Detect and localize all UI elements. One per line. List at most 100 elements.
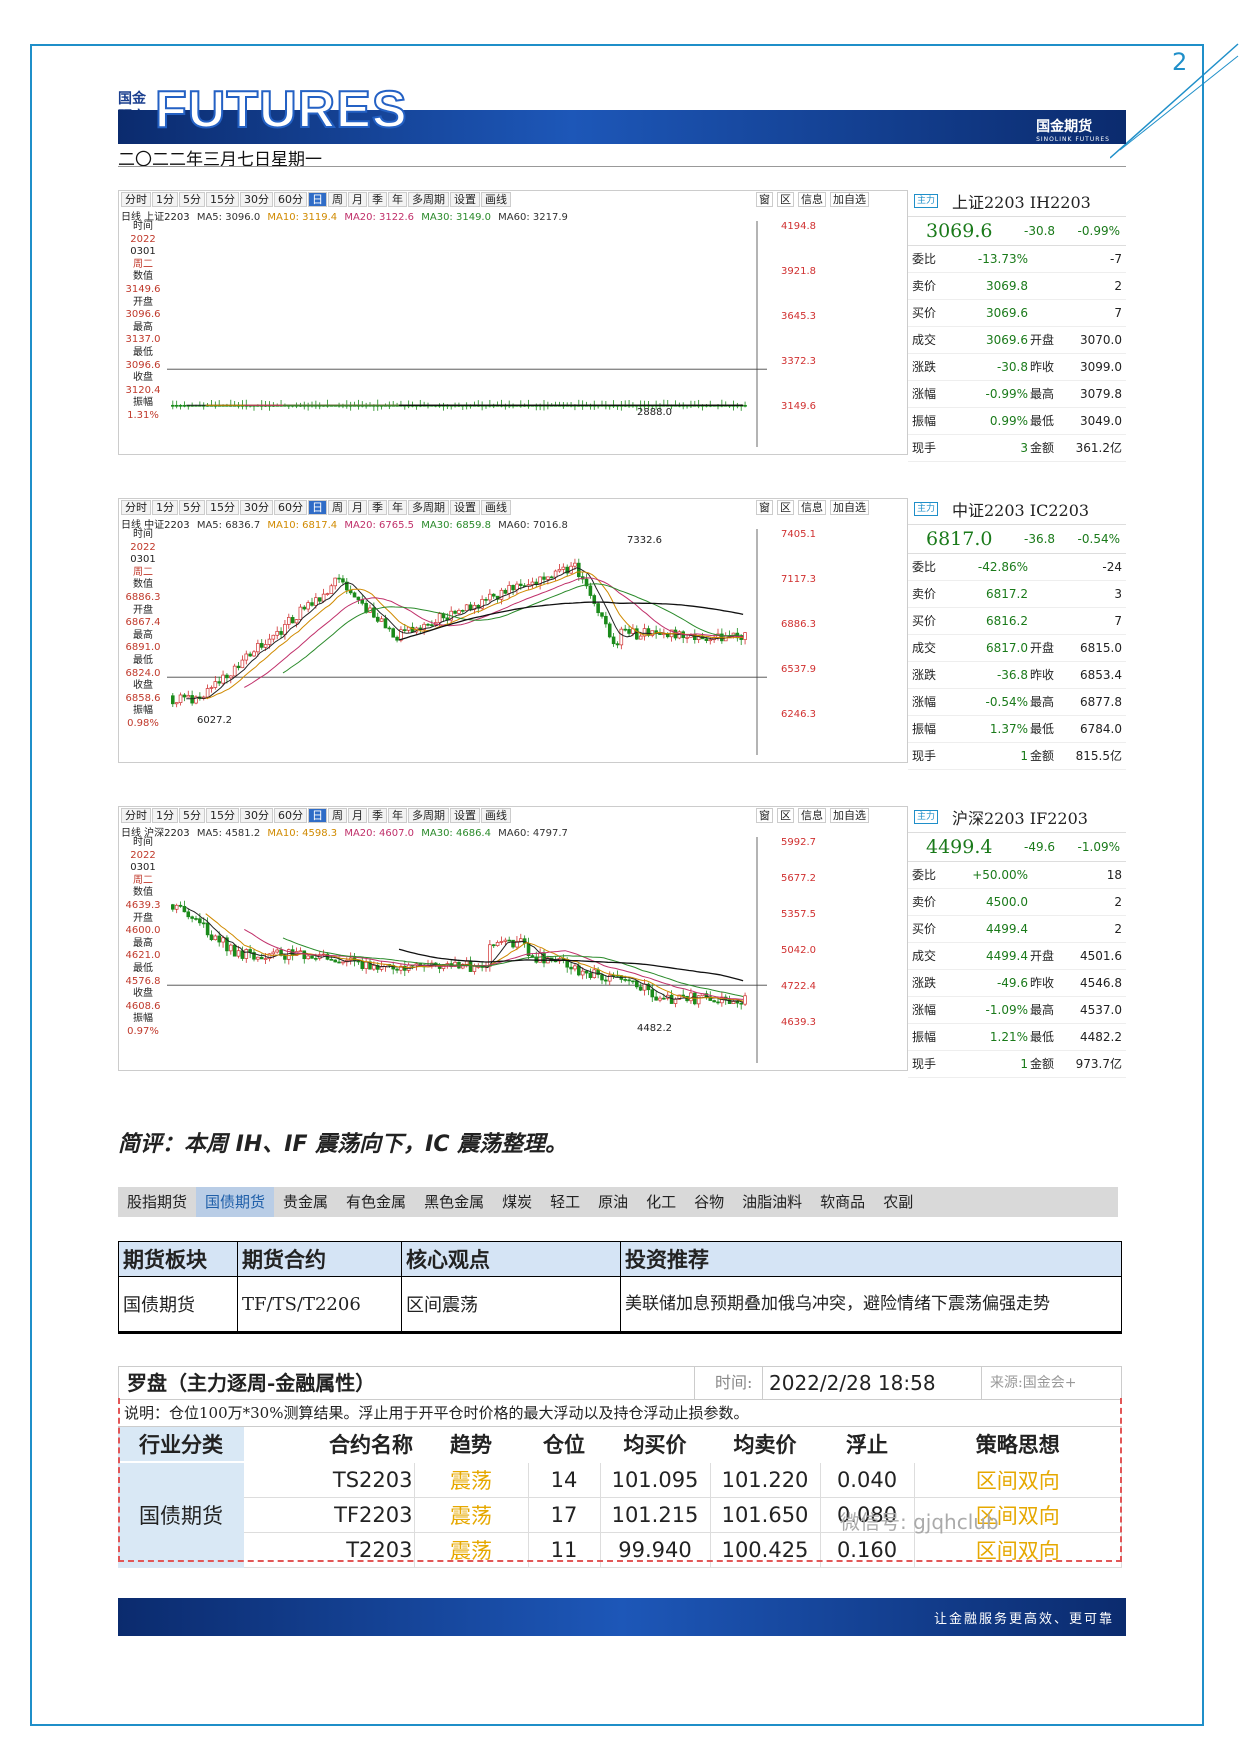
toolbar-button[interactable]: 季 <box>368 808 387 823</box>
tab-0[interactable]: 股指期货 <box>118 1187 196 1217</box>
toolbar-button[interactable]: 多周期 <box>408 808 449 823</box>
candle-body <box>596 969 600 975</box>
tab-2[interactable]: 贵金属 <box>274 1187 337 1217</box>
toolbar-button[interactable]: 画线 <box>481 808 511 823</box>
y-tick-label: 6246.3 <box>781 709 816 720</box>
toolbar-button[interactable]: 5分 <box>179 192 205 207</box>
toolbar-button[interactable]: 15分 <box>206 192 239 207</box>
toolbar-button[interactable]: 周 <box>328 808 347 823</box>
quote-value: 1 <box>1020 749 1028 763</box>
stop-cell: 0.160 <box>820 1532 915 1568</box>
col-sector: 行业分类 <box>118 1427 244 1463</box>
toolbar-button[interactable]: 月 <box>348 808 367 823</box>
candle-body <box>271 634 276 640</box>
tab-11[interactable]: 软商品 <box>811 1187 874 1217</box>
toolbar-button[interactable]: 月 <box>348 192 367 207</box>
kline-chart[interactable]: 分时 1分 5分 15分 30分 60分日周月季年多周期 设置 画线 窗区信息 加自选 日线 上… <box>118 190 908 455</box>
toolbar-button[interactable]: 年 <box>388 192 407 207</box>
tab-7[interactable]: 原油 <box>589 1187 637 1217</box>
candle-body <box>229 675 233 679</box>
toolbar-button[interactable]: 多周期 <box>408 500 449 515</box>
candle-body <box>538 953 542 963</box>
candle-body <box>569 966 573 970</box>
toolbar-button[interactable]: 15分 <box>206 808 239 823</box>
toolbar-button[interactable]: 分时 <box>121 808 151 823</box>
kline-chart[interactable]: 分时 1分 5分 15分 30分 60分日周月季年多周期 设置 画线 窗区信息 加自选 日线 沪… <box>118 806 908 1071</box>
toolbar-button[interactable]: 画线 <box>481 192 511 207</box>
toolbar-button[interactable]: 月 <box>348 500 367 515</box>
toolbar-button[interactable]: 1分 <box>152 192 178 207</box>
tab-10[interactable]: 油脂油料 <box>733 1187 811 1217</box>
toolbar-button[interactable]: 季 <box>368 500 387 515</box>
toolbar-button[interactable]: 画线 <box>481 500 511 515</box>
cell-recommend: 美联储加息预期叠加俄乌冲突，避险情绪下震荡偏强走势 <box>620 1276 1122 1334</box>
toolbar-button[interactable]: 年 <box>388 808 407 823</box>
tab-4[interactable]: 黑色金属 <box>415 1187 493 1217</box>
toolbar-right-button[interactable]: 区 <box>777 500 794 515</box>
toolbar-button[interactable]: 1分 <box>152 808 178 823</box>
toolbar-button[interactable]: 年 <box>388 500 407 515</box>
toolbar-button[interactable]: 分时 <box>121 500 151 515</box>
toolbar-button[interactable]: 设置 <box>450 500 480 515</box>
toolbar-right-button[interactable]: 信息 <box>798 808 826 823</box>
toolbar-button[interactable]: 5分 <box>179 808 205 823</box>
toolbar-button[interactable]: 季 <box>368 192 387 207</box>
toolbar-button[interactable]: 60分 <box>274 500 307 515</box>
tab-12[interactable]: 农副 <box>874 1187 922 1217</box>
y-tick-label: 6886.3 <box>781 619 816 630</box>
toolbar-button[interactable]: 30分 <box>240 808 273 823</box>
tab-8[interactable]: 化工 <box>637 1187 685 1217</box>
candle-body <box>588 585 593 596</box>
toolbar-button[interactable]: 设置 <box>450 808 480 823</box>
toolbar-button[interactable]: 60分 <box>274 192 307 207</box>
toolbar-right-button[interactable]: 窗 <box>756 192 773 207</box>
toolbar-button[interactable]: 30分 <box>240 500 273 515</box>
toolbar-button[interactable]: 日 <box>308 192 327 207</box>
toolbar-button[interactable]: 日 <box>308 808 327 823</box>
candle-body <box>689 992 693 1002</box>
side-info-item: 0301 <box>130 862 156 874</box>
side-info-item: 振幅 <box>133 397 153 409</box>
candle-body <box>244 949 249 959</box>
main-contract-tag: 主力 <box>914 810 939 824</box>
toolbar-right-button[interactable]: 信息 <box>798 500 826 515</box>
toolbar-button[interactable]: 周 <box>328 500 347 515</box>
quote-value: 3069.8 <box>986 279 1028 293</box>
candle-body <box>248 653 252 657</box>
candle-body <box>321 593 326 602</box>
toolbar-right-button[interactable]: 加自选 <box>830 192 869 207</box>
toolbar-button[interactable]: 分时 <box>121 192 151 207</box>
toolbar-right-button[interactable]: 窗 <box>756 808 773 823</box>
ma-curve <box>282 583 744 674</box>
y-tick-label: 7117.3 <box>781 574 816 585</box>
toolbar-right-button[interactable]: 信息 <box>798 192 826 207</box>
candle-body <box>615 643 620 646</box>
quote-label: 成交 <box>912 333 937 347</box>
toolbar-button[interactable]: 设置 <box>450 192 480 207</box>
y-tick-label: 5992.7 <box>781 837 816 848</box>
toolbar-button[interactable]: 15分 <box>206 500 239 515</box>
tab-1[interactable]: 国债期货 <box>196 1187 275 1217</box>
quote-value-2: 3079.8 <box>1080 387 1122 401</box>
kline-chart[interactable]: 分时 1分 5分 15分 30分 60分日周月季年多周期 设置 画线 窗区信息 加自选 日线 中… <box>118 498 908 763</box>
toolbar-right-button[interactable]: 加自选 <box>830 500 869 515</box>
toolbar-right-button[interactable]: 窗 <box>756 500 773 515</box>
tab-9[interactable]: 谷物 <box>685 1187 733 1217</box>
quote-value: 6817.2 <box>986 587 1028 601</box>
candle-body <box>174 702 179 705</box>
tab-5[interactable]: 煤炭 <box>493 1187 541 1217</box>
toolbar-button[interactable]: 1分 <box>152 500 178 515</box>
tab-3[interactable]: 有色金属 <box>337 1187 415 1217</box>
toolbar-right-button[interactable]: 区 <box>777 808 794 823</box>
toolbar-right-button[interactable]: 区 <box>777 192 794 207</box>
quote-label-2: 最高 <box>1030 387 1055 401</box>
toolbar-button[interactable]: 30分 <box>240 192 273 207</box>
toolbar-button[interactable]: 日 <box>308 500 327 515</box>
toolbar-button[interactable]: 5分 <box>179 500 205 515</box>
toolbar-button[interactable]: 多周期 <box>408 192 449 207</box>
quote-value: -13.73% <box>977 252 1028 266</box>
toolbar-button[interactable]: 周 <box>328 192 347 207</box>
toolbar-right-button[interactable]: 加自选 <box>830 808 869 823</box>
toolbar-button[interactable]: 60分 <box>274 808 307 823</box>
tab-6[interactable]: 轻工 <box>541 1187 589 1217</box>
